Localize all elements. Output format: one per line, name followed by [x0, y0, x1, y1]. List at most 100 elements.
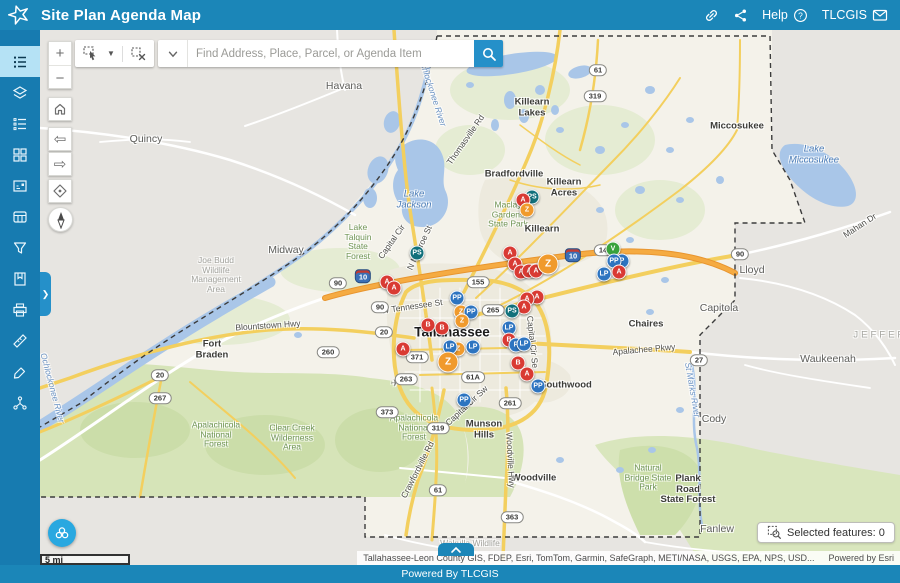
map-marker-A[interactable]: A: [387, 281, 402, 296]
map-label: Waukeenah: [800, 354, 856, 366]
sidebar-item-basemap-gallery[interactable]: [0, 139, 40, 170]
map-label: Clear Creek Wilderness Area: [269, 424, 314, 453]
map-label: Southwood: [540, 381, 592, 392]
map-marker-LP[interactable]: LP: [517, 337, 532, 352]
svg-text:?: ?: [798, 10, 803, 20]
chevron-up-icon: [450, 546, 462, 554]
map-label: Crawfordville Rd: [400, 440, 437, 500]
map-label: Ochlockonee River: [416, 56, 447, 127]
map-label: Lake Jackson: [397, 189, 432, 210]
toolbar-divider: [122, 46, 123, 62]
map-label: Lake Talquin State Forest: [345, 223, 372, 261]
map-label: Natural Bridge State Park: [625, 464, 672, 493]
map-label: Cody: [702, 414, 727, 426]
map-marker-B[interactable]: B: [421, 318, 436, 333]
map-marker-PS[interactable]: PS: [505, 304, 520, 319]
tlcgis-contact-button[interactable]: TLCGIS: [822, 8, 888, 22]
locate-button[interactable]: [48, 179, 72, 203]
map-label: Plank Road State Forest: [661, 474, 716, 506]
map-marker-PS[interactable]: PS: [410, 246, 425, 261]
map-marker-Z[interactable]: Z: [538, 254, 559, 275]
scale-label: 5 mi: [45, 555, 63, 565]
map-label: Joe Budd Wildlife Management Area: [191, 256, 241, 294]
map-label: Chaires: [629, 320, 664, 331]
link-icon[interactable]: [704, 8, 719, 23]
map-label: Fanlew: [700, 524, 734, 536]
map-label: Munson Hills: [466, 419, 502, 440]
map-label: Apalachee Pkwy: [612, 343, 675, 358]
sidebar-item-draw[interactable]: [0, 356, 40, 387]
home-button[interactable]: [48, 97, 72, 121]
clear-selection-icon: [130, 45, 147, 62]
sidebar-item-layer-list[interactable]: [0, 108, 40, 139]
zoom-out-button[interactable]: −: [49, 66, 71, 90]
share-icon[interactable]: [733, 8, 748, 23]
map-marker-A[interactable]: A: [612, 265, 627, 280]
selected-features-button[interactable]: Selected features: 0: [757, 522, 895, 543]
sidebar-item-measure[interactable]: [0, 325, 40, 356]
sidebar-item-layers[interactable]: [0, 77, 40, 108]
sidebar-item-filter[interactable]: [0, 232, 40, 263]
question-circle-icon: ?: [793, 8, 808, 23]
map-marker-A[interactable]: A: [396, 342, 411, 357]
sidebar-item-legend[interactable]: [0, 46, 40, 77]
map-marker-PP[interactable]: PP: [457, 393, 472, 408]
map-label: Woodville Hwy: [504, 432, 516, 488]
brand-label: TLCGIS: [822, 8, 867, 22]
zoom-in-button[interactable]: +: [49, 42, 71, 66]
map-label: Quincy: [130, 134, 163, 146]
sidebar-item-bookmarks[interactable]: [0, 263, 40, 294]
map-overlay: HavanaQuincyMidwayKillearn LakesMiccosuk…: [40, 30, 900, 565]
next-extent-button[interactable]: ⇨: [48, 152, 72, 176]
previous-extent-button[interactable]: ⇦: [48, 127, 72, 151]
map-marker-Z[interactable]: Z: [438, 352, 459, 373]
selection-toolbar: ▼: [75, 40, 154, 67]
help-button[interactable]: Help ?: [762, 8, 808, 23]
map-marker-Z[interactable]: Z: [520, 203, 535, 218]
map-canvas[interactable]: HavanaQuincyMidwayKillearn LakesMiccosuk…: [40, 30, 900, 565]
clear-selection-button[interactable]: [127, 41, 150, 66]
map-marker-LP[interactable]: LP: [597, 267, 612, 282]
map-label: W Tennessee St: [381, 298, 443, 316]
map-marker-PP[interactable]: PP: [531, 379, 546, 394]
interstate-shield: 10: [565, 248, 581, 262]
footer-label: Powered By TLCGIS: [401, 568, 498, 580]
draw-icon: [12, 364, 28, 380]
grid-icon: [12, 147, 28, 163]
map-label: Fort Braden: [196, 339, 229, 360]
map-label: Killearn Lakes: [515, 97, 550, 118]
map-marker-PP[interactable]: PP: [450, 291, 465, 306]
sidebar-item-attribute-table[interactable]: [0, 201, 40, 232]
panel-expand-tab[interactable]: ❯: [40, 272, 51, 316]
map-label: Miccosukee: [710, 122, 764, 133]
envelope-icon: [872, 8, 888, 22]
select-marquee-icon: [82, 45, 99, 62]
map-marker-LP[interactable]: LP: [466, 340, 481, 355]
road-shield: 90: [731, 248, 749, 260]
basemap-toggle-button[interactable]: [48, 519, 76, 547]
road-shield: 319: [427, 422, 450, 434]
bookmark-icon: [12, 271, 28, 287]
sidebar-item-map-frame[interactable]: [0, 170, 40, 201]
search-source-dropdown[interactable]: [158, 40, 188, 67]
select-tool-dropdown[interactable]: ▼: [104, 41, 118, 66]
search-icon: [481, 46, 497, 62]
select-tool-button[interactable]: [79, 41, 102, 66]
sidebar-item-print[interactable]: [0, 294, 40, 325]
map-marker-Z[interactable]: Z: [455, 314, 470, 329]
map-label: Lake Miccosukee: [789, 144, 839, 165]
map-label: JEFFERS: [853, 331, 900, 342]
road-shield: 373: [376, 406, 399, 418]
search-button[interactable]: [474, 40, 503, 67]
map-marker-B[interactable]: B: [435, 321, 450, 336]
map-label: Mahan Dr: [842, 212, 878, 240]
road-shield: 319: [584, 90, 607, 102]
compass-needle-icon: [54, 211, 68, 229]
search-input[interactable]: [188, 40, 474, 67]
compass-button[interactable]: [48, 207, 73, 232]
sidebar-item-analysis[interactable]: [0, 387, 40, 418]
attribution-expand-tab[interactable]: [438, 543, 474, 556]
print-icon: [12, 302, 28, 318]
legend-icon: [12, 54, 28, 70]
attribution-sources: Tallahassee-Leon County GIS, FDEP, Esri,…: [363, 553, 814, 563]
